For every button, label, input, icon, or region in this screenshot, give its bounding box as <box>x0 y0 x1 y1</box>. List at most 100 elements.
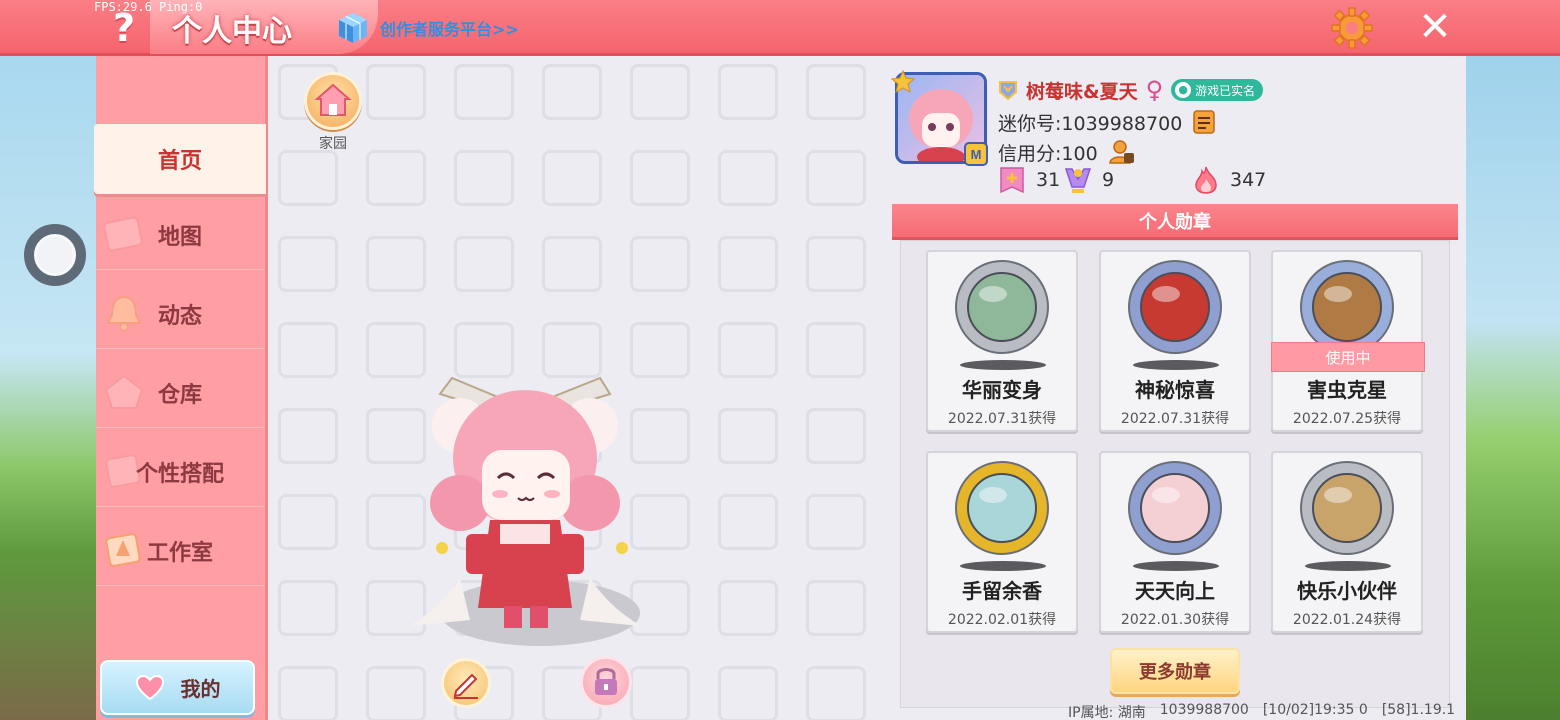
pattern-tile <box>718 150 778 206</box>
medal-name: 害虫克星 <box>1307 378 1387 402</box>
pattern-tile <box>806 580 866 636</box>
username-row: 树莓味&夏天 ♀ ● 游戏已实名 <box>998 76 1264 104</box>
flame-icon <box>1195 166 1217 194</box>
studio-icon <box>105 533 141 567</box>
mine-button[interactable]: 我的 <box>100 660 255 715</box>
bell-icon <box>106 295 142 332</box>
pattern-tile <box>278 150 338 206</box>
home-label: 家园 <box>319 136 347 152</box>
medal-card[interactable]: 快乐小伙伴 2022.01.24获得 <box>1271 451 1423 633</box>
pattern-tile <box>366 64 426 120</box>
vip-badge-icon: M <box>964 142 988 166</box>
username: 树莓味&夏天 <box>1026 80 1138 103</box>
pattern-tile <box>366 666 426 720</box>
heart-icon <box>135 674 164 700</box>
medal-date: 2022.02.01获得 <box>947 612 1057 628</box>
sidebar-item-label: 工作室 <box>146 540 213 566</box>
medal-shadow <box>1305 561 1391 571</box>
pattern-tile <box>806 494 866 550</box>
pattern-tile <box>630 64 690 120</box>
medal-card[interactable]: 天天向上 2022.01.30获得 <box>1099 451 1251 633</box>
pattern-tile <box>278 408 338 464</box>
stat-followers[interactable]: 9 <box>1064 162 1114 198</box>
sidebar-item-warehouse[interactable]: 仓库 <box>96 358 264 428</box>
pattern-tile <box>278 322 338 378</box>
medal-icon <box>1128 461 1222 555</box>
home-button[interactable] <box>304 72 362 130</box>
pattern-tile <box>366 150 426 206</box>
sidebar-item-map[interactable]: 地图 <box>96 200 264 270</box>
close-icon[interactable]: ✕ <box>1414 6 1456 48</box>
medal-card[interactable]: 神秘惊喜 2022.07.31获得 <box>1099 250 1251 432</box>
sidebar-item-outfit[interactable]: 个性搭配 <box>96 437 264 507</box>
creator-platform-link[interactable]: 创作者服务平台>> <box>336 8 519 48</box>
plus-card-icon <box>1000 167 1024 194</box>
verified-label: 游戏已实名 <box>1195 83 1256 98</box>
character-avatar[interactable] <box>400 338 650 638</box>
mini-id-row: 迷你号:1039988700 <box>998 108 1216 136</box>
medal-name: 天天向上 <box>1135 579 1215 603</box>
pattern-tile <box>806 666 866 720</box>
female-icon: ♀ <box>1145 76 1164 104</box>
more-medals-button[interactable]: 更多勋章 <box>1110 648 1240 694</box>
pattern-tile <box>718 666 778 720</box>
pattern-tile <box>278 666 338 720</box>
medal-name: 快乐小伙伴 <box>1297 579 1397 603</box>
pattern-tile <box>806 408 866 464</box>
mini-id: 迷你号:1039988700 <box>998 112 1183 135</box>
mine-label: 我的 <box>180 677 221 701</box>
medal-icon <box>955 461 1049 555</box>
sidebar-item-label: 个性搭配 <box>135 461 224 487</box>
crown-badge-icon <box>891 70 915 94</box>
copy-icon[interactable] <box>1192 109 1216 135</box>
stat-value: 347 <box>1230 169 1267 191</box>
pattern-tile <box>278 580 338 636</box>
pattern-tile <box>718 494 778 550</box>
pattern-tile <box>718 322 778 378</box>
pattern-tile <box>278 236 338 292</box>
floating-assist-button[interactable] <box>24 224 86 286</box>
pattern-tile <box>806 150 866 206</box>
gear-icon[interactable] <box>1330 6 1374 50</box>
medal-shadow <box>960 360 1046 370</box>
medal-card[interactable]: 使用中 害虫克星 2022.07.25获得 <box>1271 250 1425 432</box>
pattern-tile <box>542 150 602 206</box>
lock-icon <box>595 668 617 695</box>
footer-version: [58]1.19.1 <box>1381 702 1456 718</box>
rank-shield-icon <box>999 81 1017 100</box>
pattern-tile <box>806 322 866 378</box>
medal-section-header: 个人勋章 <box>892 204 1458 240</box>
medal-icon <box>1128 260 1222 354</box>
medal-card[interactable]: 华丽变身 2022.07.31获得 <box>926 250 1078 432</box>
creator-platform-label: 创作者服务平台>> <box>380 20 519 39</box>
lock-button[interactable] <box>580 656 632 708</box>
pattern-tile <box>278 494 338 550</box>
pattern-tile <box>454 150 514 206</box>
medal-date: 2022.01.24获得 <box>1292 612 1402 628</box>
medal-date: 2022.07.25获得 <box>1292 411 1402 427</box>
medal-shadow <box>960 561 1046 571</box>
pattern-tile <box>806 236 866 292</box>
person-icon: ● <box>1175 82 1192 98</box>
pattern-tile <box>630 666 690 720</box>
sidebar-item-feed[interactable]: 动态 <box>96 279 264 349</box>
house-icon <box>314 83 352 116</box>
stat-favorites[interactable]: 31 <box>998 162 1060 198</box>
medal-card[interactable]: 手留余香 2022.02.01获得 <box>926 451 1078 633</box>
medal-icon <box>1300 461 1394 555</box>
cube-icon <box>339 13 367 43</box>
pattern-tile <box>454 64 514 120</box>
pattern-tile <box>542 236 602 292</box>
sidebar-item-home[interactable]: 首页 <box>94 124 266 194</box>
medal-shadow <box>1133 561 1219 571</box>
medal-date: 2022.07.31获得 <box>1120 411 1230 427</box>
pattern-tile <box>454 236 514 292</box>
sidebar-item-studio[interactable]: 工作室 <box>96 516 264 586</box>
pattern-tile <box>718 408 778 464</box>
stat-popularity[interactable]: 347 <box>1192 162 1266 198</box>
edit-button[interactable] <box>441 658 491 708</box>
pattern-tile <box>630 150 690 206</box>
sidebar-item-label: 地图 <box>157 224 202 250</box>
pattern-tile <box>806 64 866 120</box>
more-medals-label: 更多勋章 <box>1139 662 1211 683</box>
